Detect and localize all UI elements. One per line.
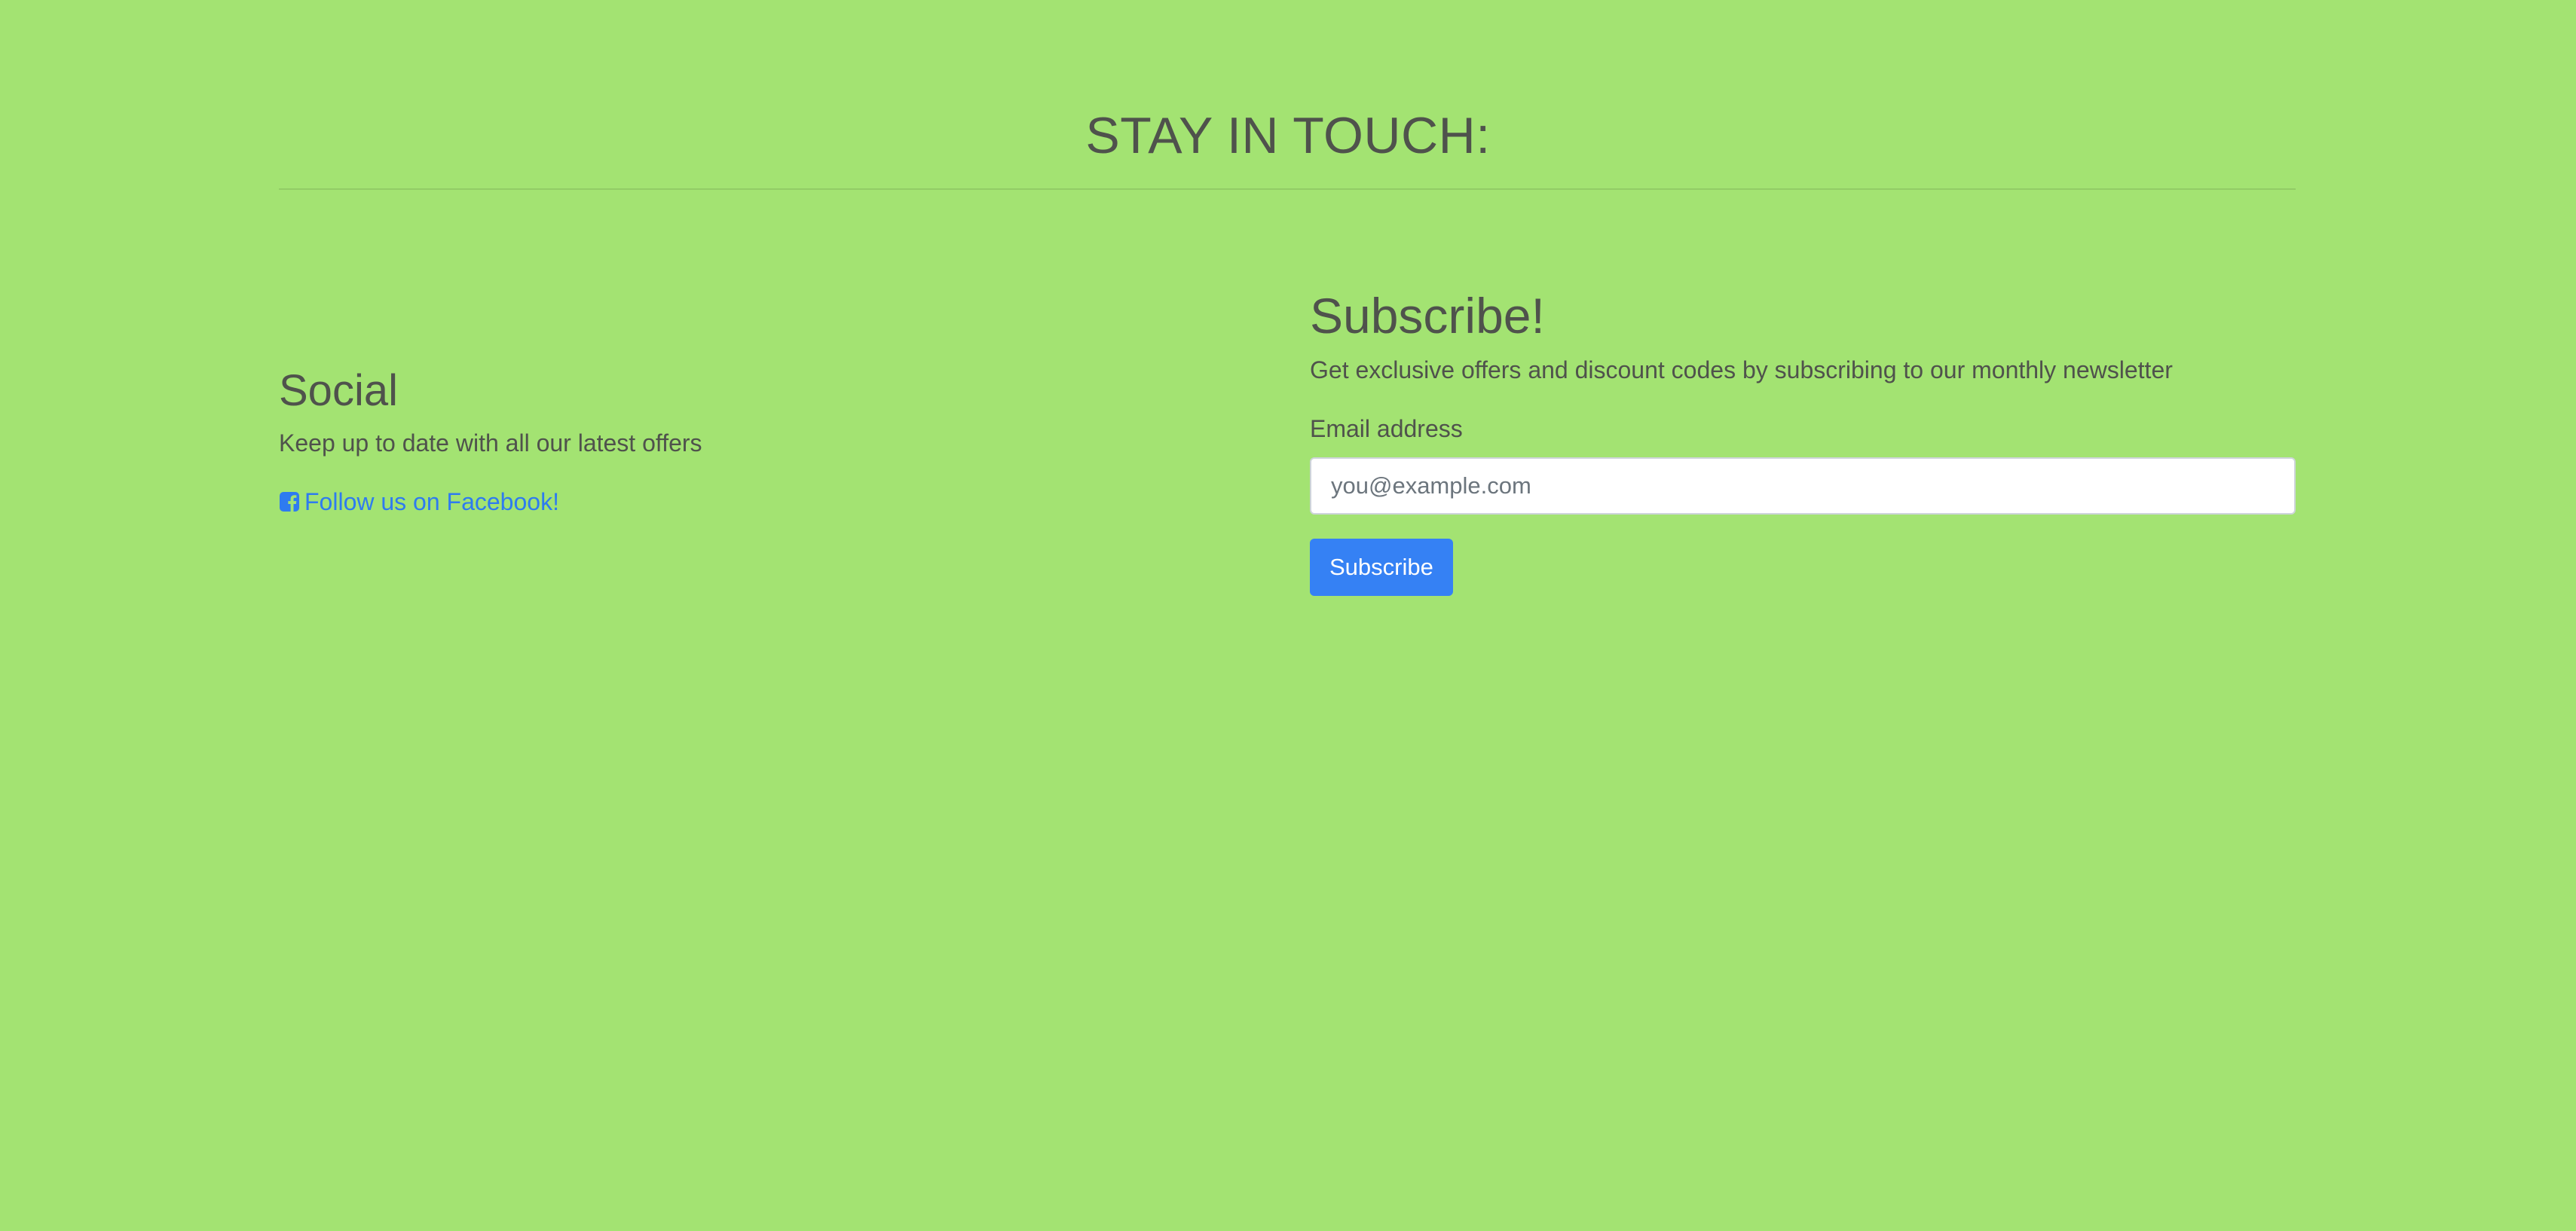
email-field[interactable] — [1310, 457, 2296, 515]
email-label: Email address — [1310, 415, 1463, 443]
subscribe-section: Subscribe! Get exclusive offers and disc… — [1310, 286, 2296, 597]
facebook-square-icon — [279, 491, 300, 512]
subscribe-description: Get exclusive offers and discount codes … — [1310, 356, 2173, 384]
facebook-link[interactable]: Follow us on Facebook! — [279, 484, 559, 520]
divider — [279, 188, 2296, 190]
subscribe-button[interactable]: Subscribe — [1310, 539, 1453, 597]
facebook-link-label: Follow us on Facebook! — [304, 487, 559, 515]
social-title: Social — [279, 366, 398, 415]
subscribe-title: Subscribe! — [1310, 288, 1545, 344]
social-description: Keep up to date with all our latest offe… — [279, 429, 702, 457]
social-section: Social Keep up to date with all our late… — [279, 365, 1259, 520]
page-title: STAY IN TOUCH: — [1085, 107, 1491, 164]
